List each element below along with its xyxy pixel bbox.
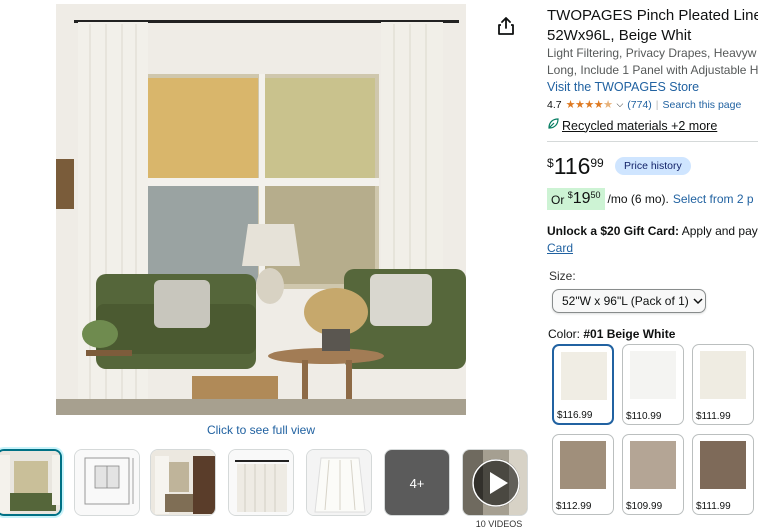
- thumbnail-4[interactable]: [228, 449, 294, 516]
- color-label: Color: #01 Beige White: [548, 327, 675, 341]
- color-selected-name: #01 Beige White: [583, 327, 676, 341]
- monthly-fraction: 50: [590, 190, 601, 200]
- chevron-down-icon: [693, 294, 703, 308]
- swatch-chip: [700, 351, 746, 399]
- swatch-price: $112.99: [556, 501, 592, 512]
- thumbnail-more[interactable]: 4+: [384, 449, 450, 516]
- price-fraction: 99: [590, 156, 604, 170]
- swatch-chip: [700, 441, 746, 489]
- product-title-line-1: TWOPAGES Pinch Pleated Line: [547, 7, 758, 24]
- color-swatch-2[interactable]: $110.99: [622, 344, 684, 425]
- videos-count-label: 10 VIDEOS: [475, 519, 523, 529]
- thumbnail-2[interactable]: [74, 449, 140, 516]
- gift-card-link[interactable]: Card: [547, 241, 573, 255]
- color-swatch-4[interactable]: $112.99: [552, 434, 614, 515]
- price: $ 116 99: [547, 153, 604, 179]
- play-icon[interactable]: [471, 458, 521, 513]
- monthly-whole: 19: [572, 190, 591, 207]
- rating-value: 4.7: [547, 98, 562, 111]
- swatch-price: $109.99: [626, 501, 663, 512]
- color-swatch-5[interactable]: $109.99: [622, 434, 684, 515]
- divider: [547, 141, 758, 142]
- more-images-count: 4+: [409, 476, 425, 491]
- swatch-chip: [561, 352, 607, 400]
- rating-separator: |: [655, 98, 659, 111]
- color-swatch-6[interactable]: $111.99: [692, 434, 754, 515]
- share-icon[interactable]: [497, 16, 515, 36]
- product-title-line-2: 52Wx96L, Beige Whit: [547, 27, 692, 44]
- star-rating-icon[interactable]: ★★★★★: [566, 98, 613, 111]
- swatch-chip: [560, 441, 606, 489]
- chevron-down-icon[interactable]: ⌵: [616, 99, 623, 110]
- price-whole: 116: [553, 153, 591, 179]
- swatch-chip: [630, 441, 676, 489]
- click-to-see-full-view-link[interactable]: Click to see full view: [56, 423, 466, 437]
- product-subtitle: Light Filtering, Privacy Drapes, Heavyw …: [547, 45, 758, 79]
- monthly-payment: Or $ 19 50 /mo (6 mo). Select from 2 p: [547, 188, 754, 210]
- main-product-image[interactable]: [56, 4, 466, 415]
- size-selected-value: 52"W x 96"L (Pack of 1): [562, 294, 689, 308]
- select-plan-link[interactable]: Select from 2 p: [673, 192, 754, 206]
- price-history-button[interactable]: Price history: [615, 157, 691, 175]
- color-swatch-1[interactable]: $116.99: [552, 344, 614, 425]
- store-link[interactable]: Visit the TWOPAGES Store: [547, 80, 699, 94]
- search-this-page-link[interactable]: Search this page: [663, 99, 742, 111]
- swatch-price: $116.99: [557, 410, 593, 421]
- monthly-term: /mo (6 mo).: [607, 192, 669, 206]
- monthly-or: Or: [551, 193, 565, 207]
- recycled-materials-label: Recycled materials +2 more: [562, 118, 718, 133]
- color-swatch-3[interactable]: $111.99: [692, 344, 754, 425]
- gift-card-bold: Unlock a $20 Gift Card:: [547, 224, 680, 238]
- product-title: TWOPAGES Pinch Pleated Line 52Wx96L, Bei…: [547, 6, 758, 46]
- thumbnail-5[interactable]: [306, 449, 372, 516]
- swatch-price: $111.99: [696, 411, 731, 422]
- size-label: Size:: [549, 269, 576, 283]
- recycled-materials-link[interactable]: Recycled materials +2 more: [547, 118, 717, 133]
- price-currency: $: [547, 156, 554, 170]
- swatch-chip: [630, 351, 676, 399]
- color-label-text: Color:: [548, 327, 581, 341]
- product-subtitle-line-2: Long, Include 1 Panel with Adjustable H: [547, 63, 758, 77]
- swatch-price: $110.99: [626, 411, 662, 422]
- review-count-link[interactable]: (774): [627, 99, 652, 111]
- thumbnail-videos[interactable]: [462, 449, 528, 516]
- leaf-icon: [547, 118, 559, 133]
- gift-card-text: Apply and pay: [679, 224, 758, 238]
- rating-row: 4.7 ★★★★★ ⌵ (774) | Search this page: [547, 98, 742, 112]
- product-subtitle-line-1: Light Filtering, Privacy Drapes, Heavyw: [547, 46, 757, 60]
- size-dropdown[interactable]: 52"W x 96"L (Pack of 1): [552, 289, 706, 313]
- thumbnail-1[interactable]: [0, 449, 62, 516]
- swatch-price: $111.99: [696, 501, 731, 512]
- thumbnail-3[interactable]: [150, 449, 216, 516]
- gift-card-offer: Unlock a $20 Gift Card: Apply and pay Ca…: [547, 223, 758, 257]
- monthly-price-badge: Or $ 19 50: [547, 188, 605, 210]
